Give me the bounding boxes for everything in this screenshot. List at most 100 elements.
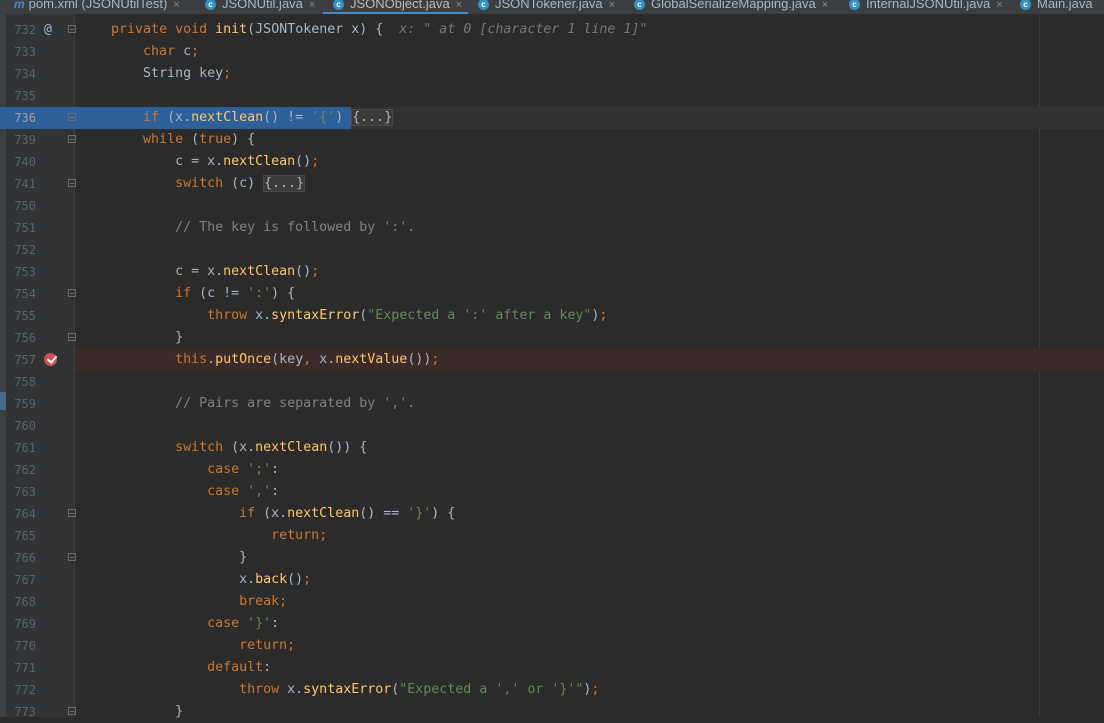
code-line[interactable]: 757 this.putOnce(key, x.nextValue());: [0, 349, 1104, 371]
code-line[interactable]: 771 default:: [0, 657, 1104, 679]
line-number[interactable]: 739: [6, 129, 36, 151]
line-number[interactable]: 757: [6, 349, 36, 371]
line-number[interactable]: 758: [6, 371, 36, 393]
line-number[interactable]: 771: [6, 657, 36, 679]
line-number[interactable]: 735: [6, 85, 36, 107]
code-line[interactable]: 750: [0, 195, 1104, 217]
line-number[interactable]: 769: [6, 613, 36, 635]
code-text[interactable]: // The key is followed by ':'.: [79, 217, 415, 239]
tab-main[interactable]: c Main.java: [1020, 0, 1093, 14]
code-line[interactable]: 772 throw x.syntaxError("Expected a ',' …: [0, 679, 1104, 701]
code-line[interactable]: 765 return;: [0, 525, 1104, 547]
line-number[interactable]: 766: [6, 547, 36, 569]
code-line[interactable]: 751 // The key is followed by ':'.: [0, 217, 1104, 239]
line-number[interactable]: 732: [6, 19, 36, 41]
fold-toggle-icon[interactable]: −: [68, 333, 76, 342]
fold-toggle-icon[interactable]: −: [68, 113, 76, 122]
fold-toggle-icon[interactable]: −: [68, 289, 76, 298]
line-number[interactable]: 760: [6, 415, 36, 437]
line-number[interactable]: 759: [6, 393, 36, 415]
fold-toggle-icon[interactable]: −: [68, 707, 76, 716]
code-line[interactable]: 758: [0, 371, 1104, 393]
tab-globalserializemapping[interactable]: c GlobalSerializeMapping.java ×: [634, 0, 828, 14]
code-line[interactable]: 736 − if (x.nextClean() != '{') {...}: [0, 107, 1104, 129]
code-line[interactable]: 734 String key;: [0, 63, 1104, 85]
code-line[interactable]: 767 x.back();: [0, 569, 1104, 591]
code-line[interactable]: 761 switch (x.nextClean()) {: [0, 437, 1104, 459]
code-text[interactable]: c = x.nextClean();: [79, 261, 319, 283]
code-text[interactable]: return;: [79, 635, 295, 657]
code-text[interactable]: switch (c) {...}: [79, 173, 306, 195]
tab-jsonutil[interactable]: c JSONUtil.java ×: [205, 0, 315, 14]
code-line[interactable]: 754 − if (c != ':') {: [0, 283, 1104, 305]
code-line[interactable]: 752: [0, 239, 1104, 261]
code-text[interactable]: throw x.syntaxError("Expected a ':' afte…: [79, 305, 607, 327]
tab-pom-xml[interactable]: m pom.xml (JSONUtilTest) ×: [14, 0, 180, 14]
line-number[interactable]: 768: [6, 591, 36, 613]
code-line[interactable]: 759 // Pairs are separated by ','.: [0, 393, 1104, 415]
code-line[interactable]: 753 c = x.nextClean();: [0, 261, 1104, 283]
fold-toggle-icon[interactable]: −: [68, 179, 76, 188]
code-text[interactable]: this.putOnce(key, x.nextValue());: [79, 349, 439, 371]
code-text[interactable]: case ';':: [79, 459, 279, 481]
line-number[interactable]: 756: [6, 327, 36, 349]
line-number[interactable]: 762: [6, 459, 36, 481]
code-text[interactable]: String key;: [79, 63, 231, 85]
code-text[interactable]: if (c != ':') {: [79, 283, 295, 305]
close-icon[interactable]: ×: [173, 0, 179, 14]
code-line[interactable]: 741 − switch (c) {...}: [0, 173, 1104, 195]
code-line[interactable]: 766 − }: [0, 547, 1104, 569]
close-icon[interactable]: ×: [822, 0, 828, 14]
code-text[interactable]: case ',':: [79, 481, 279, 503]
code-line[interactable]: 769 case '}':: [0, 613, 1104, 635]
line-number[interactable]: 733: [6, 41, 36, 63]
close-icon[interactable]: ×: [309, 0, 315, 14]
code-text[interactable]: if (x.nextClean() != '{') {...}: [79, 107, 394, 129]
code-line[interactable]: 770 return;: [0, 635, 1104, 657]
fold-toggle-icon[interactable]: −: [68, 553, 76, 562]
line-number[interactable]: 750: [6, 195, 36, 217]
code-line[interactable]: 763 case ',':: [0, 481, 1104, 503]
line-number[interactable]: 754: [6, 283, 36, 305]
code-line[interactable]: 760: [0, 415, 1104, 437]
code-text[interactable]: }: [79, 327, 183, 349]
close-icon[interactable]: ×: [996, 0, 1002, 14]
line-number[interactable]: 767: [6, 569, 36, 591]
code-line[interactable]: 755 throw x.syntaxError("Expected a ':' …: [0, 305, 1104, 327]
code-line[interactable]: 764 − if (x.nextClean() == '}') {: [0, 503, 1104, 525]
code-line[interactable]: 756 − }: [0, 327, 1104, 349]
code-text[interactable]: private void init(JSONTokener x) { x: " …: [79, 19, 647, 41]
line-number[interactable]: 736: [6, 107, 36, 129]
code-line[interactable]: 773 − }: [0, 701, 1104, 723]
code-text[interactable]: if (x.nextClean() == '}') {: [79, 503, 455, 525]
code-text[interactable]: default:: [79, 657, 271, 679]
code-text[interactable]: while (true) {: [79, 129, 255, 151]
line-number[interactable]: 763: [6, 481, 36, 503]
code-text[interactable]: case '}':: [79, 613, 279, 635]
code-line[interactable]: 735: [0, 85, 1104, 107]
code-line[interactable]: 739 − while (true) {: [0, 129, 1104, 151]
code-line[interactable]: 733 char c;: [0, 41, 1104, 63]
line-number[interactable]: 761: [6, 437, 36, 459]
fold-toggle-icon[interactable]: −: [68, 25, 76, 34]
tab-internaljsonutil[interactable]: c InternalJSONUtil.java ×: [849, 0, 1003, 14]
code-text[interactable]: }: [79, 547, 247, 569]
overrides-marker-icon[interactable]: @: [44, 23, 52, 37]
fold-toggle-icon[interactable]: −: [68, 135, 76, 144]
code-text[interactable]: return;: [79, 525, 327, 547]
code-text[interactable]: break;: [79, 591, 287, 613]
code-line[interactable]: 732 @ − private void init(JSONTokener x) {…: [0, 19, 1104, 41]
line-number[interactable]: 755: [6, 305, 36, 327]
line-number[interactable]: 740: [6, 151, 36, 173]
line-number[interactable]: 741: [6, 173, 36, 195]
breakpoint-icon[interactable]: [44, 353, 57, 366]
code-text[interactable]: x.back();: [79, 569, 311, 591]
tab-jsontokener[interactable]: c JSONTokener.java ×: [478, 0, 615, 14]
code-line[interactable]: 768 break;: [0, 591, 1104, 613]
line-number[interactable]: 753: [6, 261, 36, 283]
close-icon[interactable]: ×: [609, 0, 615, 14]
code-line[interactable]: 740 c = x.nextClean();: [0, 151, 1104, 173]
line-number[interactable]: 765: [6, 525, 36, 547]
line-number[interactable]: 770: [6, 635, 36, 657]
line-number[interactable]: 751: [6, 217, 36, 239]
